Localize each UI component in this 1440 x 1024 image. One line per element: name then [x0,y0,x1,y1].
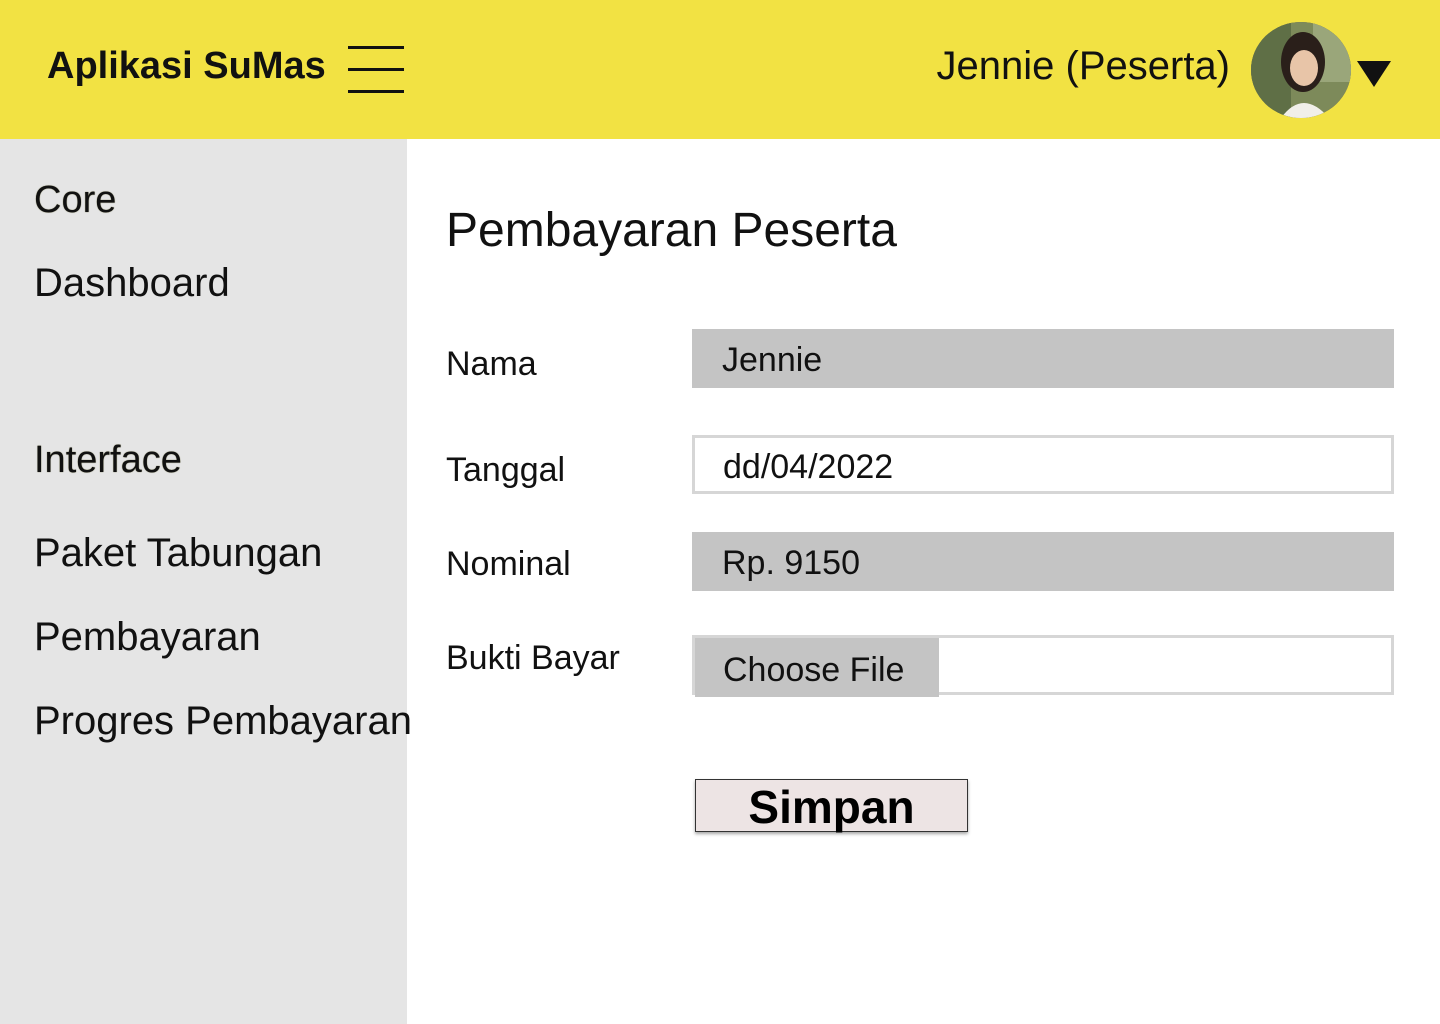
sidebar-item-paket-tabungan[interactable]: Paket Tabungan [34,531,322,576]
user-name-label[interactable]: Jennie (Peserta) [937,44,1230,89]
nama-label: Nama [446,345,537,383]
top-header-bar: Aplikasi SuMas Jennie (Peserta) [0,0,1440,139]
sidebar-item-progres-pembayaran[interactable]: Progres Pembayaran [34,699,412,744]
tanggal-label: Tanggal [446,451,566,489]
nominal-label: Nominal [446,545,571,583]
avatar[interactable] [1251,22,1351,118]
page-title: Pembayaran Peserta [446,204,897,257]
app-title: Aplikasi SuMas [47,45,326,87]
sidebar-item-pembayaran[interactable]: Pembayaran [34,615,261,660]
sidebar-heading-interface: Interface [34,439,182,481]
caret-down-icon[interactable] [1357,61,1391,87]
simpan-button[interactable]: Simpan [695,779,968,833]
hamburger-menu-icon[interactable] [348,46,404,94]
nominal-field: Rp. 9150 [692,532,1394,591]
nama-field: Jennie [692,329,1394,388]
bukti-bayar-file-input[interactable]: Choose File [692,635,1394,697]
bukti-bayar-label: Bukti Bayar [446,639,620,677]
sidebar: Core Dashboard Interface Paket Tabungan … [0,139,412,1024]
tanggal-input[interactable]: dd/04/2022 [692,435,1394,494]
sidebar-item-dashboard[interactable]: Dashboard [34,261,230,306]
choose-file-button[interactable]: Choose File [695,638,939,697]
sidebar-heading-core: Core [34,179,117,221]
